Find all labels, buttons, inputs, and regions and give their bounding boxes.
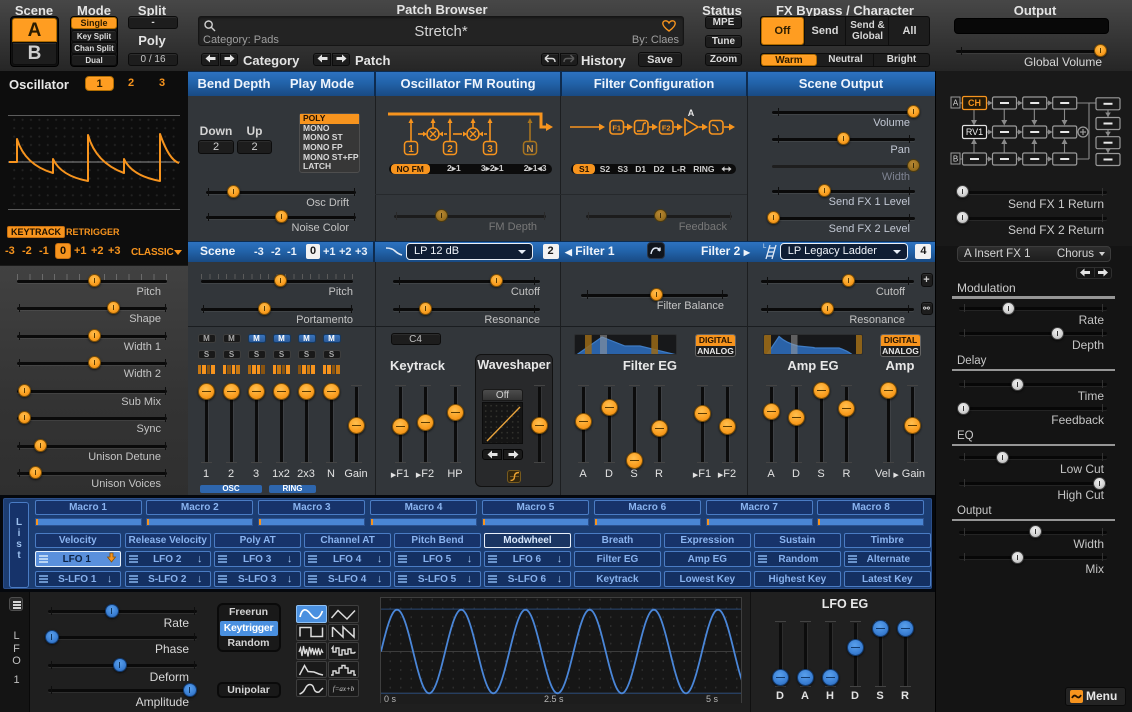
svg-text:2: 2 — [447, 144, 453, 155]
svg-text:B: B — [953, 155, 958, 164]
svg-text:F2: F2 — [662, 124, 671, 133]
svg-text:f=ax+b: f=ax+b — [332, 685, 354, 693]
svg-text:1: 1 — [408, 144, 414, 155]
svg-text:A: A — [688, 108, 695, 118]
svg-text:N: N — [526, 144, 533, 155]
svg-text:L: L — [763, 244, 767, 250]
svg-text:RV1: RV1 — [966, 127, 983, 137]
svg-text:F1: F1 — [612, 124, 621, 133]
svg-text:CH: CH — [968, 98, 981, 108]
svg-text:A: A — [953, 99, 959, 108]
svg-text:3: 3 — [487, 144, 493, 155]
